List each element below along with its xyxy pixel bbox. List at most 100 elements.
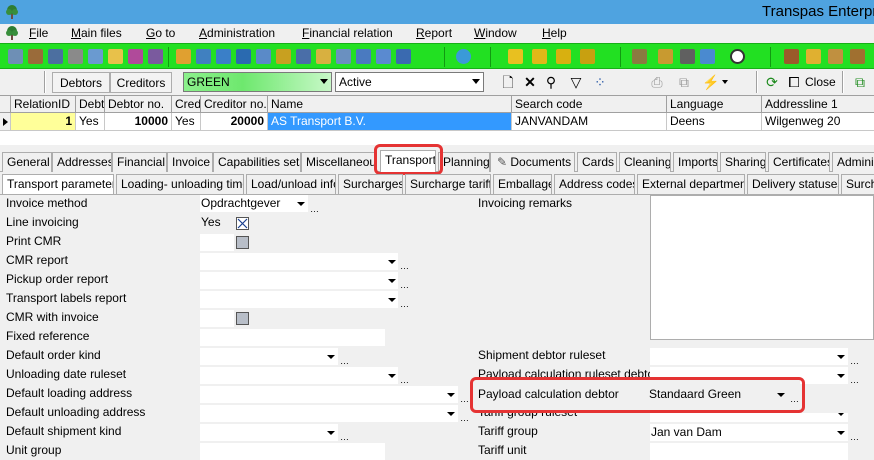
chevron-down-icon[interactable] [388,374,396,378]
tab-capabilities-sets[interactable]: Capabilities sets [213,152,301,172]
tab-cleaning[interactable]: Cleaning [619,152,671,172]
chevron-down-icon[interactable] [297,202,305,206]
calculator-icon[interactable] [632,49,647,64]
print-icon[interactable]: ⎙ [649,75,665,89]
cell-relationid[interactable]: 1 [11,113,76,131]
cell-language[interactable]: Deens [667,113,762,131]
ellipsis-icon[interactable]: … [340,433,349,442]
column-header-creditor[interactable]: Creditor [172,96,201,113]
tab-load-unload-info[interactable]: Load/unload info [246,174,336,194]
print-icon[interactable] [28,49,43,64]
tab-administration[interactable]: Administ [832,152,874,172]
card-icon[interactable] [396,49,411,64]
binoculars-icon[interactable]: ⚲ [543,75,559,89]
column-header-language[interactable]: Language [667,96,762,113]
default-loading-address-select[interactable] [200,386,458,403]
column-header-creditor-no[interactable]: Creditor no. [201,96,268,113]
creditors-button[interactable]: Creditors [110,72,172,93]
menu-report[interactable]: Report [416,26,452,40]
ellipsis-icon[interactable]: … [400,300,409,309]
tab-certificates[interactable]: Certificates [768,152,830,172]
chevron-down-icon[interactable] [447,393,455,397]
menu-main-files[interactable]: Main files [71,26,122,40]
forklift-icon[interactable] [850,49,865,64]
chevron-down-icon[interactable] [447,412,455,416]
cmr-with-invoice-checkbox[interactable] [236,312,249,325]
tools-icon[interactable] [68,49,83,64]
boxes-icon[interactable] [806,49,821,64]
new-record-icon[interactable]: 🗋 [500,75,516,89]
pallet-icon[interactable] [828,49,843,64]
tab-general[interactable]: General [2,152,52,172]
orders-icon[interactable] [176,49,191,64]
debtors-button[interactable]: Debtors [52,72,110,93]
tab-loading-unloading-times[interactable]: Loading- unloading times [116,174,244,194]
line-invoicing-checkbox[interactable] [236,217,249,230]
column-header-debtor-no[interactable]: Debtor no. [105,96,172,113]
chevron-down-icon[interactable] [388,298,396,302]
truck-icon[interactable] [556,49,571,64]
ellipsis-icon[interactable]: … [400,262,409,271]
cmr-report-select[interactable] [200,253,398,270]
cell-addressline-1[interactable]: Wilgenweg 20 [762,113,874,131]
tasks-icon[interactable] [700,49,715,64]
chevron-down-icon[interactable] [837,355,845,359]
truck-icon[interactable] [508,49,523,64]
column-header-relationid[interactable]: RelationID [11,96,76,113]
tab-cards[interactable]: Cards [577,152,617,172]
ellipsis-icon[interactable]: … [850,357,859,366]
user-icon[interactable] [148,49,163,64]
menu-go-to[interactable]: Go to [146,26,175,40]
cell-debtor-no[interactable]: 10000 [105,113,172,131]
chevron-down-icon[interactable] [472,79,480,84]
export-icon[interactable]: ⧉ [852,75,868,89]
column-header-name[interactable]: Name [268,96,512,113]
new-icon[interactable] [8,49,23,64]
ellipsis-icon[interactable]: … [850,433,859,442]
edit-icon[interactable] [276,49,291,64]
row-indicator[interactable] [0,113,11,131]
globe-icon[interactable] [456,49,471,64]
grid-icon[interactable] [680,49,695,64]
pickup-order-report-select[interactable] [200,272,398,289]
chevron-down-icon[interactable] [388,279,396,283]
stock-icon[interactable] [658,49,673,64]
invoicing-remarks-textarea[interactable] [650,195,874,340]
cart-icon[interactable] [784,49,799,64]
refresh-icon[interactable]: ⟳ [764,75,780,89]
default-shipment-kind-select[interactable] [200,424,338,441]
unloading-date-ruleset-select[interactable] [200,367,398,384]
cell-creditor-no[interactable]: 20000 [201,113,268,131]
tab-planning[interactable]: Planning [438,152,490,172]
clock-icon[interactable] [730,49,745,64]
tab-invoice[interactable]: Invoice [167,152,213,172]
tab-external-departments[interactable]: External departments [637,174,745,194]
planning-icon[interactable] [236,49,251,64]
tab-surcharges[interactable]: Surcharges [338,174,403,194]
tab-addresses[interactable]: Addresses [52,152,112,172]
tariff-group-select[interactable]: Jan van Dam [650,424,848,441]
invoice-icon[interactable] [296,49,311,64]
tab-surcharge-more[interactable]: Surcha [841,174,874,194]
unit-group-select[interactable] [200,443,385,460]
tab-transport-parameters[interactable]: Transport parameters [2,174,114,195]
menu-help[interactable]: Help [542,26,567,40]
invoice-method-select[interactable]: Opdrachtgever [200,195,308,212]
report-icon[interactable] [128,49,143,64]
trailer-icon[interactable] [580,49,595,64]
tab-sharing[interactable]: Sharing [720,152,766,172]
network-icon[interactable] [196,49,211,64]
transport-labels-report-select[interactable] [200,291,398,308]
tab-documents[interactable]: ✎ Documents [490,152,575,172]
column-header-search-code[interactable]: Search code [512,96,667,113]
delete-icon[interactable]: ✕ [522,75,538,89]
chevron-down-icon[interactable] [327,355,335,359]
ellipsis-icon[interactable]: … [310,205,319,214]
check-icon[interactable] [356,49,371,64]
chevron-down-icon[interactable] [320,79,328,84]
tariff-unit-select[interactable] [650,443,848,460]
folder-icon[interactable] [108,49,123,64]
column-header-addressline-1[interactable]: Addressline 1 [762,96,874,113]
close-icon[interactable]: ⧠ [786,75,802,89]
close-button[interactable]: Close [805,75,836,89]
